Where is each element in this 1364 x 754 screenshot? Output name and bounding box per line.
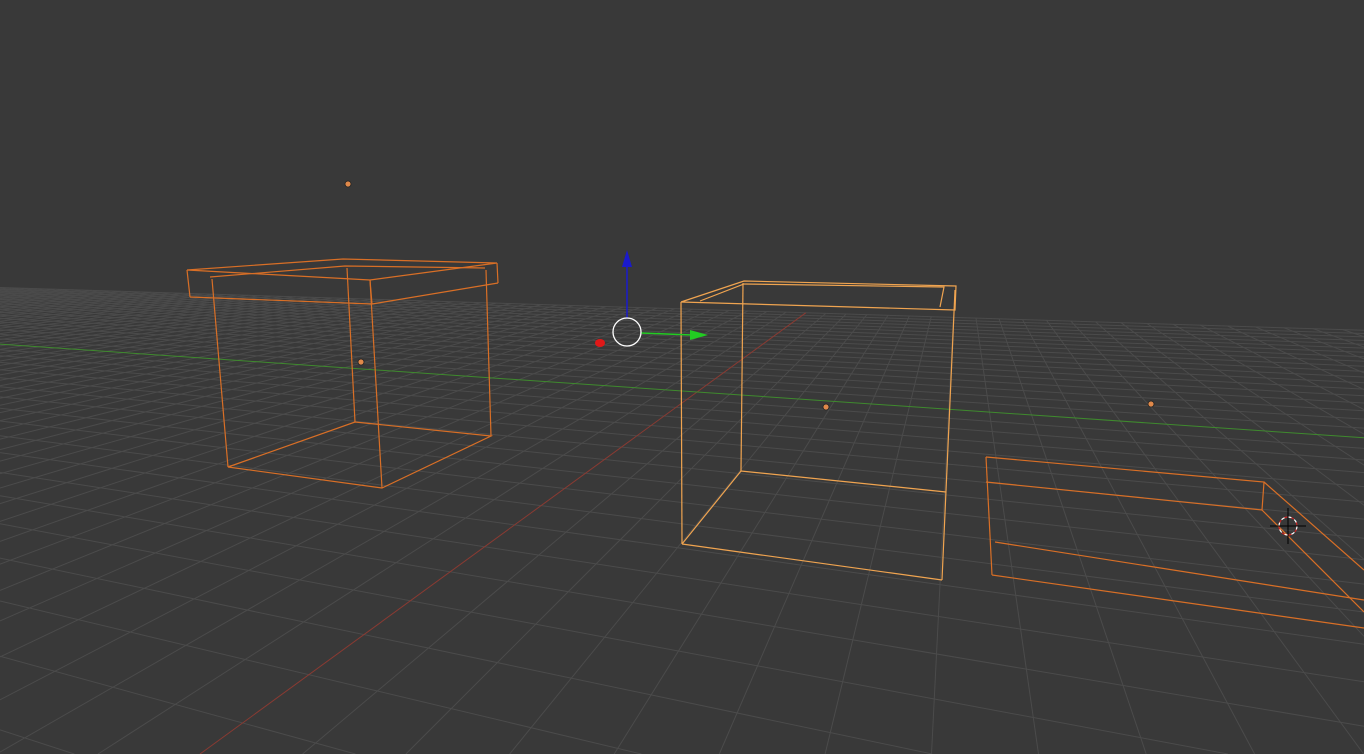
box-edge	[941, 289, 956, 581]
z-arrow-icon[interactable]	[622, 250, 632, 267]
grid-line	[0, 523, 1228, 754]
grid-line	[0, 655, 356, 754]
grid-line	[1095, 321, 1364, 560]
grid-line	[1022, 319, 1256, 754]
tray-edge	[991, 574, 1364, 629]
3d-viewport[interactable]	[0, 0, 1364, 754]
origin-dot[interactable]	[822, 403, 830, 411]
box-edge	[681, 543, 943, 581]
origin-dot[interactable]	[357, 358, 365, 366]
grid-line	[1255, 326, 1364, 374]
open-box-wireframe[interactable]	[680, 280, 957, 581]
grid-line	[998, 318, 1147, 754]
grid-line	[0, 729, 75, 754]
x-axis-handle[interactable]	[595, 339, 605, 347]
grid-line	[0, 307, 658, 542]
grid-line	[1313, 328, 1364, 348]
origin-dot[interactable]	[1147, 400, 1155, 408]
viewport-canvas[interactable]	[0, 0, 1364, 754]
grid-line	[1070, 320, 1364, 637]
tray-edge	[985, 456, 993, 576]
grid-line	[975, 318, 1039, 754]
grid-line	[0, 557, 933, 754]
lid-top-edges	[186, 258, 498, 281]
origin-dot[interactable]	[344, 180, 352, 188]
grid-line	[718, 315, 910, 754]
tray-wireframe[interactable]	[985, 456, 1364, 629]
grid-line	[0, 600, 642, 754]
lid-edge	[496, 262, 499, 284]
box-edge	[680, 301, 683, 545]
grid-line	[931, 317, 954, 754]
y-arrow-icon[interactable]	[690, 330, 708, 340]
grid-line	[1227, 325, 1364, 390]
